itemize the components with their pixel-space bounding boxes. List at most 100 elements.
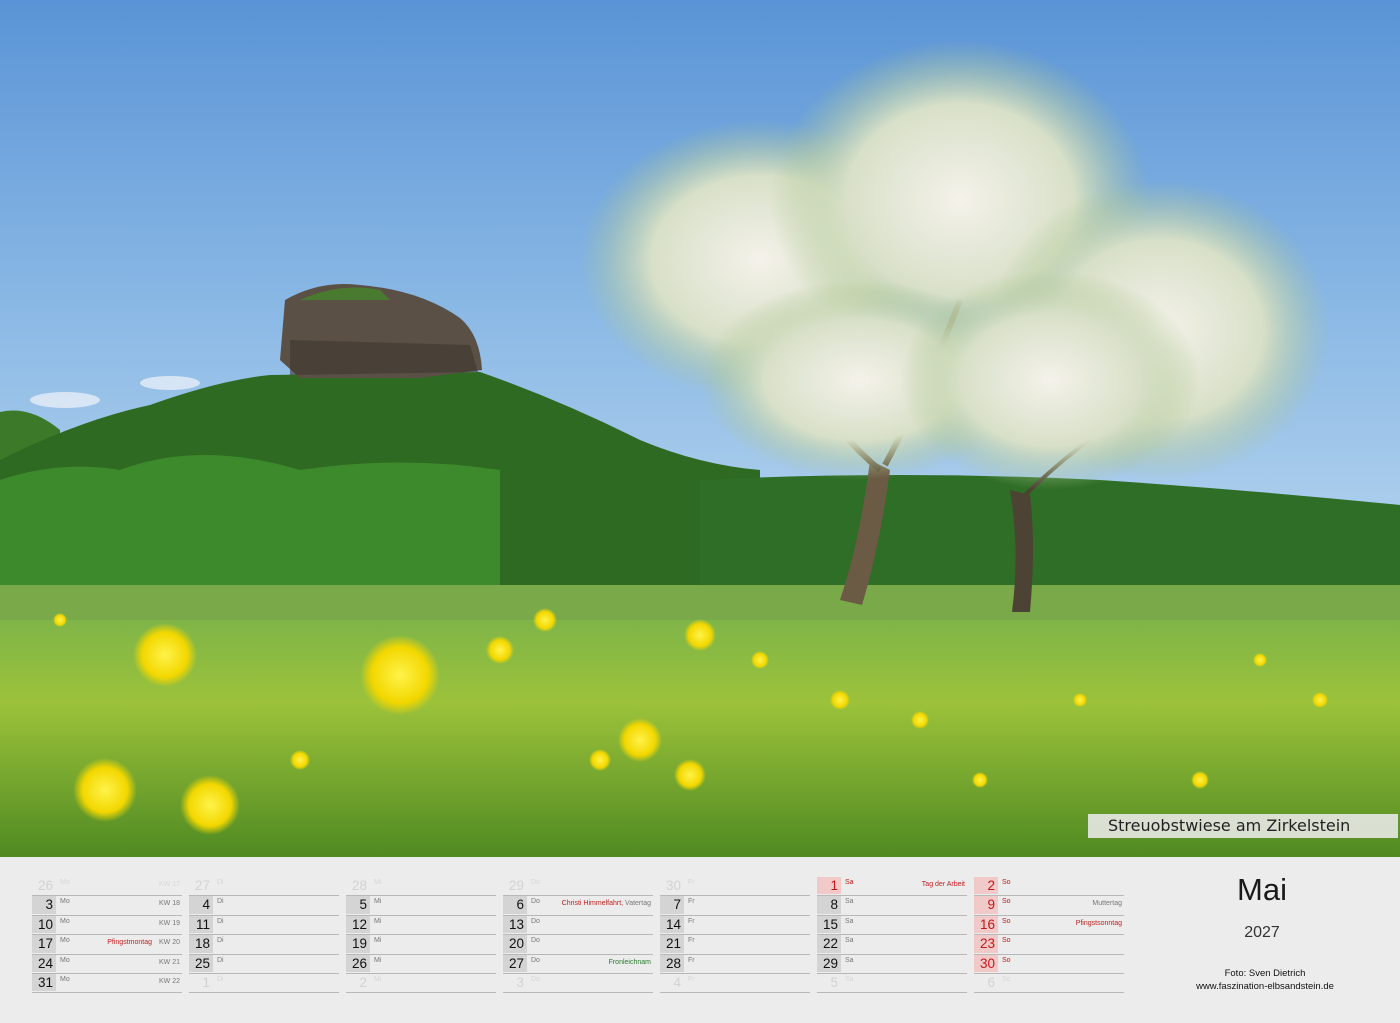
calendar-day-row: 27 Do Fronleichnam: [503, 954, 653, 974]
day-number: 3: [32, 896, 56, 914]
calendar-day-row: 5 Sa: [817, 974, 967, 994]
weekday-label: Fr: [688, 937, 695, 945]
calendar-week-label: KW 22: [158, 977, 180, 985]
weekday-label: Sa: [845, 975, 854, 983]
weekday-label: Sa: [845, 898, 854, 906]
weekday-label: Di: [217, 898, 224, 906]
day-number: 14: [660, 915, 684, 934]
weekday-label: So: [1002, 956, 1011, 964]
weekday-label: Mi: [374, 956, 382, 964]
calendar-day-row: 19 Mi: [346, 935, 496, 955]
calendar-day-row: 6 So: [974, 974, 1124, 994]
calendar-day-row: 10 Mo KW 19: [32, 915, 182, 936]
day-number: 2: [359, 974, 367, 990]
weekday-label: Mo: [60, 975, 70, 983]
calendar-day-row: 23 So: [974, 935, 1124, 955]
calendar-day-row: 30 So: [974, 954, 1124, 974]
calendar-day-row: 28 Fr: [660, 954, 810, 974]
weekday-label: Do: [531, 956, 540, 964]
day-number: 12: [346, 915, 370, 934]
day-number: 19: [346, 935, 370, 953]
weekday-label: Do: [531, 917, 540, 925]
weekday-label: Fr: [688, 975, 695, 983]
holiday-label: Fronleichnam: [608, 958, 651, 966]
calendar-day-row: 25 Di: [189, 954, 339, 974]
weekday-label: Sa: [845, 937, 854, 945]
calendar-day-row: 20 Do: [503, 935, 653, 955]
weekday-label: Fr: [688, 917, 695, 925]
day-number: 18: [189, 935, 213, 953]
day-number: 30: [974, 954, 998, 972]
calendar-week-label: KW 21: [158, 958, 180, 966]
weekday-label: Sa: [845, 917, 854, 925]
day-number: 3: [516, 974, 524, 990]
observance-label: Muttertag: [1092, 900, 1122, 908]
day-number: 5: [830, 974, 838, 990]
weekday-label: Di: [217, 975, 224, 983]
calendar-day-row: 9 So Muttertag: [974, 896, 1124, 916]
weekday-label: Mo: [60, 937, 70, 945]
day-number: 30: [665, 878, 681, 893]
calendar-day-row: 15 Sa: [817, 915, 967, 936]
day-number: 25: [189, 954, 213, 972]
landscape-photo: [0, 0, 1400, 857]
day-number: 28: [660, 954, 684, 972]
weekday-label: Mi: [374, 937, 382, 945]
weekday-label: So: [1002, 917, 1011, 925]
calendar-day-row: 26 Mi: [346, 954, 496, 974]
calendar-day-row: 1 Di: [189, 974, 339, 994]
day-number: 29: [508, 878, 524, 893]
day-number: 8: [817, 896, 841, 914]
holiday-label: Pfingstmontag: [107, 939, 152, 947]
weekday-label: Di: [217, 956, 224, 964]
month-title: Mai: [1237, 872, 1287, 907]
weekday-label: Di: [217, 879, 224, 886]
calendar-column: 30 Fr 7 Fr 14 Fr 21 Fr 28 Fr 4 Fr: [660, 877, 810, 994]
day-number: 28: [351, 878, 367, 893]
day-number: 15: [817, 915, 841, 934]
weekday-label: So: [1002, 937, 1011, 945]
calendar-day-row: 31 Mo KW 22: [32, 973, 182, 994]
day-number: 1: [202, 974, 210, 990]
calendar-week-label: KW 18: [158, 900, 180, 908]
calendar-day-row: 4 Fr: [660, 974, 810, 994]
weekday-label: So: [1002, 975, 1011, 983]
day-number: 20: [503, 935, 527, 953]
day-number: 4: [673, 974, 681, 990]
calendar-day-row: 27 Di: [189, 877, 339, 897]
day-number: 9: [974, 896, 998, 914]
calendar-day-row: 16 So Pfingstsonntag: [974, 915, 1124, 936]
day-number: 4: [189, 896, 213, 914]
calendar-day-row: 17 Mo KW 20 Pfingstmontag: [32, 935, 182, 955]
photo-credit: Foto: Sven Dietrich www.faszination-elbs…: [1160, 967, 1370, 993]
calendar-day-row: 2 Mi: [346, 974, 496, 994]
calendar-day-row: 5 Mi: [346, 896, 496, 916]
weekday-label: Sa: [845, 879, 854, 886]
weekday-label: Do: [531, 879, 540, 886]
calendar-day-row: 28 Mi: [346, 877, 496, 897]
day-number: 1: [817, 877, 841, 895]
calendar-day-row: 12 Mi: [346, 915, 496, 936]
day-number: 7: [660, 896, 684, 914]
calendar-day-row: 1 Sa Tag der Arbeit: [817, 877, 967, 897]
day-number: 17: [32, 935, 56, 953]
day-number: 13: [503, 915, 527, 934]
calendar-day-row: 21 Fr: [660, 935, 810, 955]
website-credit: www.faszination-elbsandstein.de: [1196, 981, 1334, 992]
weekday-label: Di: [217, 937, 224, 945]
weekday-label: Mi: [374, 917, 382, 925]
calendar-column: 28 Mi 5 Mi 12 Mi 19 Mi 26 Mi 2 Mi: [346, 877, 496, 994]
calendar-day-row: 2 So: [974, 877, 1124, 897]
holiday-label: Tag der Arbeit: [921, 881, 965, 888]
day-number: 31: [32, 973, 56, 992]
calendar-day-row: 6 Do Christi Himmelfahrt, Vatertag: [503, 896, 653, 916]
calendar-day-row: 14 Fr: [660, 915, 810, 936]
photo-caption: Streuobstwiese am Zirkelstein: [1088, 814, 1398, 838]
calendar-week-label: KW 19: [158, 919, 180, 927]
day-number: 27: [503, 954, 527, 972]
weekday-label: Fr: [688, 898, 695, 906]
weekday-label: Mi: [374, 879, 382, 886]
weekday-label: Sa: [845, 956, 854, 964]
holiday-label: Christi Himmelfahrt, Vatertag: [561, 900, 651, 908]
day-number: 6: [987, 974, 995, 990]
